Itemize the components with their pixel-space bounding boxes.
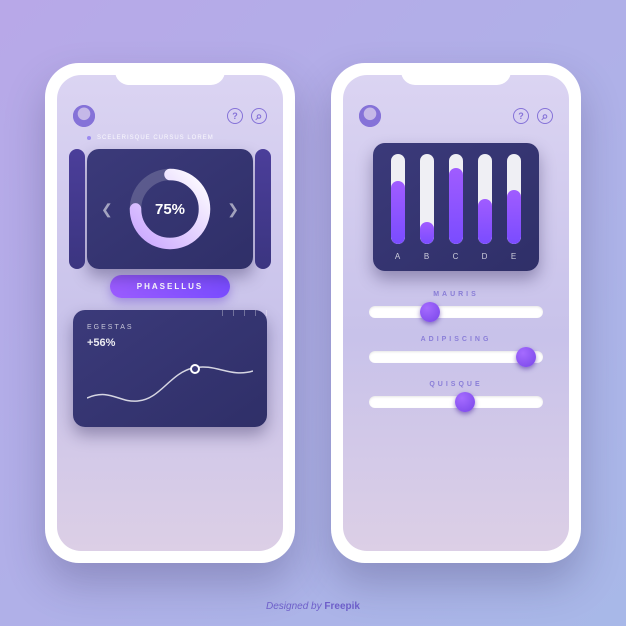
screen: ? A B C D xyxy=(343,75,569,551)
search-icon[interactable] xyxy=(251,108,267,124)
slider-track[interactable] xyxy=(369,351,543,363)
slider-label: QUISQUE xyxy=(369,381,543,388)
bar-C: C xyxy=(449,154,463,261)
bar-label: A xyxy=(395,252,401,261)
tab-label: SCELERISQUE CURSUS LOREM xyxy=(97,135,214,141)
tab-dot-icon xyxy=(87,136,91,140)
card-title: EGESTAS xyxy=(87,324,253,331)
bar-A: A xyxy=(391,154,405,261)
sparkline-chart xyxy=(87,353,253,413)
chevron-right-icon[interactable]: ❯ xyxy=(227,201,239,218)
slider-mauris: MAURIS xyxy=(369,291,543,318)
help-icon[interactable]: ? xyxy=(513,108,529,124)
chevron-left-icon[interactable]: ❮ xyxy=(101,201,113,218)
avatar[interactable] xyxy=(73,105,95,127)
slider-label: MAURIS xyxy=(369,291,543,298)
attribution: Designed by Freepik xyxy=(0,601,626,612)
search-icon[interactable] xyxy=(537,108,553,124)
bar-D: D xyxy=(478,154,492,261)
header-actions: ? xyxy=(227,108,267,124)
notch xyxy=(401,63,511,85)
cta-button[interactable]: PHASELLUS xyxy=(110,275,230,298)
progress-donut: 75% xyxy=(124,163,216,255)
slider-knob[interactable] xyxy=(455,392,475,412)
slider-knob[interactable] xyxy=(420,302,440,322)
slider-quisque: QUISQUE xyxy=(369,381,543,408)
slider-knob[interactable] xyxy=(516,347,536,367)
carousel-peek-left xyxy=(69,149,85,269)
trend-card: EGESTAS +56% xyxy=(73,310,267,427)
bar-E: E xyxy=(507,154,521,261)
credit-brand: Freepik xyxy=(324,601,360,612)
slider-label: ADIPISCING xyxy=(369,336,543,343)
bar-label: C xyxy=(453,252,460,261)
section-tab[interactable]: SCELERISQUE CURSUS LOREM xyxy=(57,135,283,149)
help-icon[interactable]: ? xyxy=(227,108,243,124)
progress-card: ❮ 75% ❯ xyxy=(87,149,253,269)
slider-track[interactable] xyxy=(369,306,543,318)
tick-marks xyxy=(222,310,267,316)
bar-label: D xyxy=(482,252,489,261)
phone-mockup-left: ? SCELERISQUE CURSUS LOREM ❮ xyxy=(45,63,295,563)
bar-chart-card: A B C D E xyxy=(373,143,539,271)
growth-value: +56% xyxy=(87,337,253,349)
bar-B: B xyxy=(420,154,434,261)
phone-mockup-right: ? A B C D xyxy=(331,63,581,563)
credit-prefix: Designed by xyxy=(266,601,324,612)
carousel-peek-right xyxy=(255,149,271,269)
progress-value: 75% xyxy=(124,163,216,255)
avatar[interactable] xyxy=(359,105,381,127)
slider-track[interactable] xyxy=(369,396,543,408)
bar-label: B xyxy=(424,252,430,261)
slider-adipiscing: ADIPISCING xyxy=(369,336,543,363)
bar-label: E xyxy=(511,252,517,261)
slider-group: MAURIS ADIPISCING QUISQUE xyxy=(343,291,569,408)
data-point-marker xyxy=(190,364,200,374)
notch xyxy=(115,63,225,85)
screen: ? SCELERISQUE CURSUS LOREM ❮ xyxy=(57,75,283,551)
header-actions: ? xyxy=(513,108,553,124)
bar-set: A B C D E xyxy=(387,161,525,261)
